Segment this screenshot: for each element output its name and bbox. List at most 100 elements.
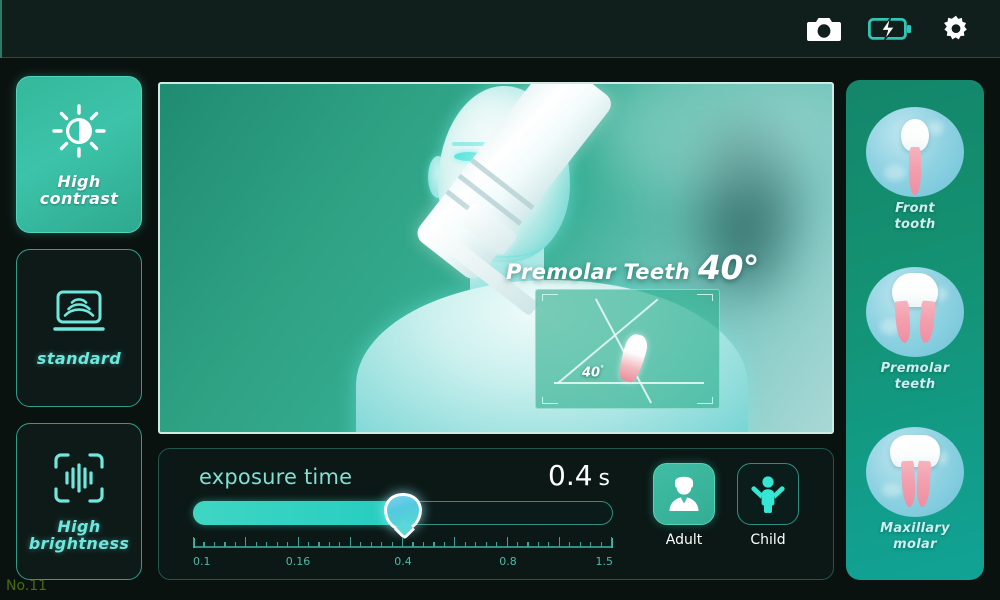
ruler-label-4: 1.5 — [595, 555, 614, 568]
ruler-tick-minor — [339, 542, 341, 547]
ruler-tick-major — [454, 537, 456, 547]
exposure-value-number: 0.4 — [548, 459, 593, 492]
front-tooth-root — [909, 146, 921, 195]
ruler-tick-minor — [475, 542, 477, 547]
ruler-tick-minor — [464, 542, 466, 547]
device-serial-number: No.11 — [6, 578, 48, 594]
child-person-icon — [737, 463, 799, 525]
ruler-tick-major — [611, 537, 613, 547]
battery-charging-icon[interactable] — [866, 9, 914, 49]
mode-label-standard: standard — [36, 348, 122, 368]
exposure-panel: exposure time 0.4s 0.10.160.40.81.5 — [158, 448, 834, 580]
gear-icon[interactable] — [932, 9, 980, 49]
ruler-tick-minor — [328, 542, 331, 547]
front-tooth-crown — [901, 118, 929, 151]
inset-corner-tr — [697, 294, 713, 301]
ruler-tick-minor — [443, 542, 445, 547]
tooth-selection-rail: Front tooth Premolar teeth Maxillary mol… — [846, 80, 984, 580]
inset-angle-label: 40° — [582, 364, 605, 381]
disc-spot-b — [882, 482, 902, 497]
adult-person-icon — [653, 463, 715, 525]
premolar-root-right — [918, 300, 936, 344]
viewport-caption-text: Premolar Teeth — [506, 260, 690, 284]
contrast-sun-icon — [50, 102, 108, 165]
ruler-tick-minor — [203, 542, 205, 547]
ruler-tick-minor — [391, 542, 393, 547]
patient-type-adult[interactable]: Adult — [653, 463, 715, 548]
ruler-tick-minor — [527, 542, 529, 547]
viewport-light-blob — [590, 84, 830, 194]
ruler-tick-minor — [516, 542, 519, 547]
ruler-tick-minor — [370, 542, 372, 547]
ruler-tick-major — [402, 537, 404, 547]
exposure-time-slider[interactable] — [193, 493, 613, 531]
molar-crown — [890, 434, 940, 467]
ruler-tick-major — [349, 537, 351, 547]
exposure-ruler-labels: 0.1 0.16 0.4 0.8 1.5 — [193, 555, 613, 571]
xray-device-screen: High contrast standard High brightness P… — [0, 0, 1000, 600]
ruler-tick-minor — [255, 542, 257, 547]
display-mode-rail: High contrast standard High brightness — [16, 76, 142, 580]
patient-type-group: Adult Child — [653, 463, 799, 548]
ruler-tick-minor — [224, 542, 226, 547]
mode-button-high-contrast[interactable]: High contrast — [16, 76, 142, 234]
angle-diagram-inset: 40° — [535, 289, 720, 409]
viewport-caption-angle: 40° — [697, 248, 759, 287]
ruler-tick-minor — [485, 542, 487, 547]
top-bar-left-edge — [0, 0, 2, 58]
ruler-tick-minor — [276, 542, 278, 547]
camera-icon[interactable] — [800, 9, 848, 49]
ruler-tick-major — [558, 537, 560, 547]
ruler-label-0: 0.1 — [193, 555, 211, 568]
ruler-tick-minor — [433, 542, 435, 547]
ruler-label-1: 0.16 — [285, 555, 311, 568]
tooth-item-maxillary-molar[interactable]: Maxillary molar — [846, 410, 984, 570]
ruler-tick-minor — [318, 542, 320, 547]
molar-root-left — [900, 460, 917, 508]
disc-spot-a — [928, 120, 944, 135]
ruler-tick-minor — [360, 542, 362, 547]
inset-corner-br — [697, 397, 713, 404]
ruler-tick-minor — [213, 542, 216, 547]
patient-preview-viewport[interactable]: Premolar Teeth 40° 40° — [158, 82, 834, 434]
ruler-tick-major — [193, 537, 195, 547]
brightness-scan-icon — [52, 451, 106, 510]
ruler-tick-minor — [234, 542, 236, 547]
tooth-item-front-tooth[interactable]: Front tooth — [846, 90, 984, 250]
patient-type-child[interactable]: Child — [737, 463, 799, 548]
ruler-tick-minor — [307, 542, 310, 547]
xray-cone-ring-1 — [469, 158, 535, 210]
ruler-tick-minor — [537, 542, 540, 547]
ruler-tick-minor — [590, 542, 592, 547]
ruler-tick-minor — [412, 542, 414, 547]
inset-corner-bl — [542, 397, 558, 404]
inset-baseline — [554, 382, 704, 384]
inset-tooth-icon — [615, 331, 651, 385]
top-bar — [0, 0, 1000, 58]
maxillary-molar-icon — [866, 426, 964, 517]
ruler-tick-minor — [287, 542, 289, 547]
exposure-ruler — [193, 537, 613, 553]
ruler-tick-minor — [579, 542, 581, 547]
mode-button-high-brightness[interactable]: High brightness — [16, 422, 142, 580]
mode-label-high-brightness: High brightness — [28, 516, 130, 553]
tooth-label-front-tooth: Front tooth — [894, 200, 936, 232]
mode-button-standard[interactable]: standard — [16, 249, 142, 407]
ruler-tick-minor — [381, 542, 383, 547]
tooth-label-maxillary-molar: Maxillary molar — [880, 520, 950, 552]
disc-spot-b — [884, 164, 906, 181]
premolar-tooth-icon — [866, 266, 964, 357]
ruler-tick-major — [245, 537, 247, 547]
inset-corner-tl — [542, 294, 558, 301]
ruler-tick-minor — [422, 542, 425, 547]
tooth-label-premolar-teeth: Premolar teeth — [880, 360, 950, 392]
viewport-caption: Premolar Teeth 40° — [506, 248, 759, 287]
ruler-tick-minor — [496, 542, 498, 547]
ruler-tick-minor — [569, 542, 571, 547]
patient-brow-left — [452, 142, 486, 146]
exposure-time-label: exposure time — [199, 465, 353, 489]
slider-handle[interactable] — [384, 493, 422, 531]
ruler-tick-major — [297, 537, 299, 547]
tooth-item-premolar-teeth[interactable]: Premolar teeth — [846, 250, 984, 410]
front-tooth-icon — [866, 106, 964, 197]
